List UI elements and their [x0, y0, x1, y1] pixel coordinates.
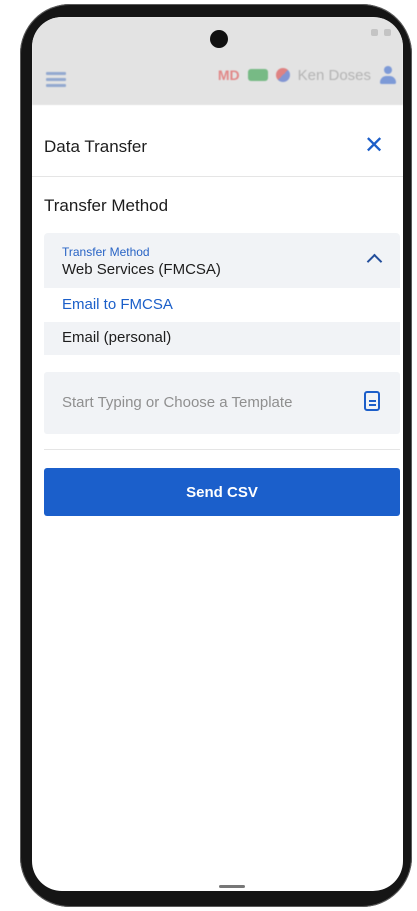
header-status-group: MD Ken Doses [218, 66, 397, 84]
user-icon[interactable] [379, 66, 397, 84]
flag-icon [275, 68, 290, 82]
md-badge: MD [217, 67, 240, 83]
dropdown-option-email-fmcsa[interactable]: Email to FMCSA [44, 288, 400, 322]
status-badge [247, 69, 268, 81]
document-icon[interactable] [364, 391, 380, 411]
status-icon [371, 29, 378, 36]
dropdown-value: Web Services (FMCSA) [62, 261, 221, 278]
transfer-method-select[interactable]: Transfer Method Web Services (FMCSA) [44, 233, 400, 288]
send-csv-button[interactable]: Send CSV [44, 468, 400, 516]
camera-icon [210, 30, 228, 48]
send-button-label: Send CSV [186, 483, 258, 501]
home-indicator[interactable] [219, 885, 245, 888]
user-name: Ken Doses [297, 66, 371, 84]
divider [44, 449, 400, 450]
panel-title: Data Transfer [44, 137, 147, 156]
close-icon[interactable]: ✕ [363, 134, 385, 158]
chevron-up-icon[interactable] [368, 252, 380, 264]
dropdown-option-email-personal[interactable]: Email (personal) [44, 322, 400, 355]
hamburger-icon[interactable] [46, 72, 66, 87]
section-title: Transfer Method [44, 196, 169, 215]
phone-screen: MD Ken Doses Data Transfer ✕ Transfer Me… [32, 17, 403, 891]
dropdown-option-label: Email (personal) [62, 329, 172, 346]
template-placeholder: Start Typing or Choose a Template [62, 394, 293, 411]
dropdown-option-label: Email to FMCSA [62, 296, 173, 313]
status-icon [384, 29, 391, 36]
divider [32, 176, 403, 177]
dropdown-label: Transfer Method [62, 245, 150, 259]
template-input[interactable]: Start Typing or Choose a Template [44, 372, 400, 434]
transfer-method-dropdown[interactable]: Transfer Method Web Services (FMCSA) Ema… [44, 233, 400, 355]
status-bar [371, 29, 391, 36]
